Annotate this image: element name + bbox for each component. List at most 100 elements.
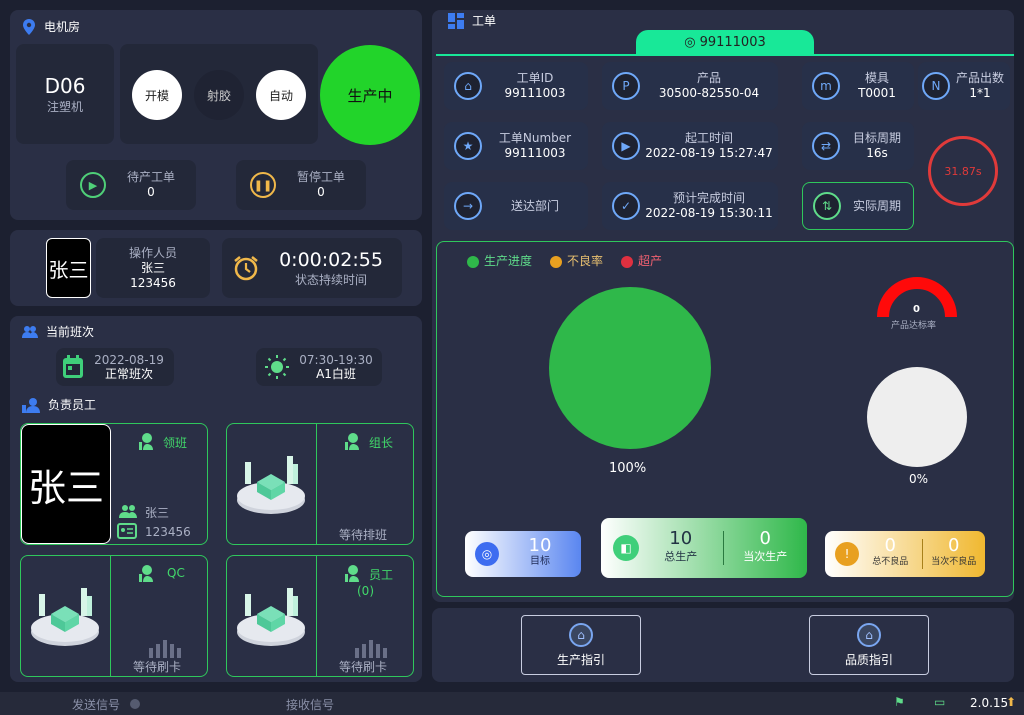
quality-guide-label: 品质指引	[844, 652, 893, 667]
pending-orders-card[interactable]: ▶ 待产工单 0	[66, 160, 196, 210]
leader-name: 张三	[145, 506, 170, 520]
staff-icon	[22, 397, 40, 413]
operator-label: 操作人员	[128, 245, 177, 260]
mold-value: T0001	[858, 86, 896, 100]
current-production-value: 0	[759, 528, 771, 549]
finish-time-label: 预计完成时间	[672, 191, 745, 205]
target-cycle-field: ⇄ 目标周期 16s	[802, 122, 914, 170]
leader-role: 领班	[163, 436, 188, 450]
mold-icon: m	[812, 72, 840, 100]
monitor-icon: ▭	[934, 695, 946, 709]
dept-field: → 送达部门	[444, 182, 588, 230]
qc-role: QC	[167, 566, 185, 580]
status-timer: 0:00:02:55	[279, 248, 383, 271]
product-value: 30500-82550-04	[658, 86, 760, 100]
home-icon: ⌂	[454, 72, 482, 100]
operator-name: 张三	[140, 260, 165, 275]
swap-icon: ⇄	[812, 132, 840, 160]
empty-seat-illustration	[227, 424, 317, 544]
target-icon: ◎	[684, 34, 696, 50]
cycle-gauge-value: 31.87s	[944, 164, 982, 178]
work-order-tab[interactable]: ◎ 99111003	[636, 30, 814, 54]
inject-button[interactable]: 射胶	[194, 70, 244, 120]
total-defect-label: 总不良品	[872, 557, 909, 567]
auto-button[interactable]: 自动	[256, 70, 306, 120]
start-time-value: 2022-08-19 15:27:47	[645, 146, 773, 160]
upgrade-icon[interactable]: ⬆	[1006, 695, 1016, 709]
operator-info-card: 操作人员 张三 123456	[96, 238, 210, 298]
worker-role: 员工	[369, 568, 394, 582]
machine-code: D06	[44, 73, 86, 98]
total-production-label: 总生产	[664, 550, 698, 563]
work-order-title: 工单	[472, 14, 497, 28]
user-tie-icon	[345, 433, 359, 450]
user-tie-icon	[139, 565, 153, 582]
defect-pie	[867, 367, 967, 467]
current-production-label: 当次生产	[743, 550, 788, 563]
machine-room-panel: 电机房 D06 注塑机 开模 射胶 自动 生产中 ▶ 待产工单 0 ❚❚ 暂停工…	[10, 10, 422, 220]
target-cycle-value: 16s	[866, 146, 888, 160]
finish-time-value: 2022-08-19 15:30:11	[645, 206, 773, 220]
machine-code-card: D06 注塑机	[16, 44, 114, 144]
shift-name: A1白班	[316, 367, 356, 381]
dashboard-icon	[448, 12, 464, 29]
actual-cycle-field[interactable]: ⇅ 实际周期	[802, 182, 914, 230]
warning-icon: !	[835, 542, 859, 566]
order-id-field: ⌂ 工单ID 99111003	[444, 62, 588, 110]
paused-orders-value: 0	[317, 185, 325, 199]
shift-type: 正常班次	[104, 367, 153, 381]
group-leader-card[interactable]: 组长 等待排班	[226, 423, 414, 545]
order-id-label: 工单ID	[516, 71, 554, 85]
mold-label: 模具	[864, 71, 889, 85]
leader-card[interactable]: 张三 领班 张三 123456	[20, 423, 208, 545]
pause-icon: ❚❚	[250, 172, 276, 198]
worker-status: 等待刷卡	[339, 660, 388, 674]
start-time-label: 起工时间	[684, 131, 733, 145]
work-order-header: 工单	[448, 12, 496, 29]
qc-card[interactable]: QC 等待刷卡	[20, 555, 208, 677]
team-icon	[22, 325, 38, 338]
operator-avatar[interactable]: 张三	[46, 238, 91, 298]
legend: 生产进度 不良率 超产	[467, 252, 662, 269]
home-icon: ⌂	[857, 622, 881, 647]
total-production-value: 10	[669, 528, 693, 549]
worker-count: (0)	[357, 584, 374, 598]
tab-underline	[436, 54, 1014, 56]
operator-id: 123456	[130, 275, 176, 290]
send-signal-indicator	[130, 699, 140, 709]
paused-orders-card[interactable]: ❚❚ 暂停工单 0	[236, 160, 366, 210]
product-field: P 产品 30500-82550-04	[602, 62, 778, 110]
pending-orders-value: 0	[147, 185, 155, 199]
sort-arrows-icon: ⇅	[813, 192, 841, 220]
machine-room-header: 电机房	[22, 18, 80, 35]
target-value: 10	[528, 535, 552, 556]
operator-panel: 张三 操作人员 张三 123456 0:00:02:55 状态持续时间	[10, 230, 422, 306]
legend-item-progress: 生产进度	[467, 252, 532, 269]
status-timer-card: 0:00:02:55 状态持续时间	[222, 238, 402, 298]
open-mold-button[interactable]: 开模	[132, 70, 182, 120]
shift-time-card: 07:30-19:30 A1白班	[256, 348, 382, 386]
qc-status: 等待刷卡	[133, 660, 182, 674]
receive-signal-label: 接收信号	[286, 698, 335, 712]
quality-guide-button[interactable]: ⌂ 品质指引	[809, 615, 929, 675]
order-number-value: 99111003	[504, 146, 566, 160]
sun-icon	[265, 355, 289, 379]
shift-date: 2022-08-19	[94, 353, 164, 367]
progress-pie	[549, 287, 711, 449]
shift-time-range: 07:30-19:30	[299, 353, 373, 367]
progress-percent: 100%	[609, 461, 647, 476]
group-icon	[119, 505, 137, 518]
send-signal-label: 发送信号	[72, 698, 121, 712]
group-leader-status: 等待排班	[339, 528, 388, 542]
operator-avatar-text: 张三	[48, 257, 89, 282]
shift-date-card: 2022-08-19 正常班次	[56, 348, 174, 386]
order-id-value: 99111003	[504, 86, 566, 100]
defect-percent: 0%	[909, 472, 929, 486]
worker-card[interactable]: 员工 (0) 等待刷卡	[226, 555, 414, 677]
legend-item-overproduction: 超产	[621, 252, 662, 269]
leader-id: 123456	[145, 525, 191, 539]
play-icon: ▶	[80, 172, 106, 198]
production-guide-button[interactable]: ⌂ 生产指引	[521, 615, 641, 675]
dept-label: 送达部门	[510, 198, 559, 213]
user-tie-icon	[345, 565, 359, 582]
